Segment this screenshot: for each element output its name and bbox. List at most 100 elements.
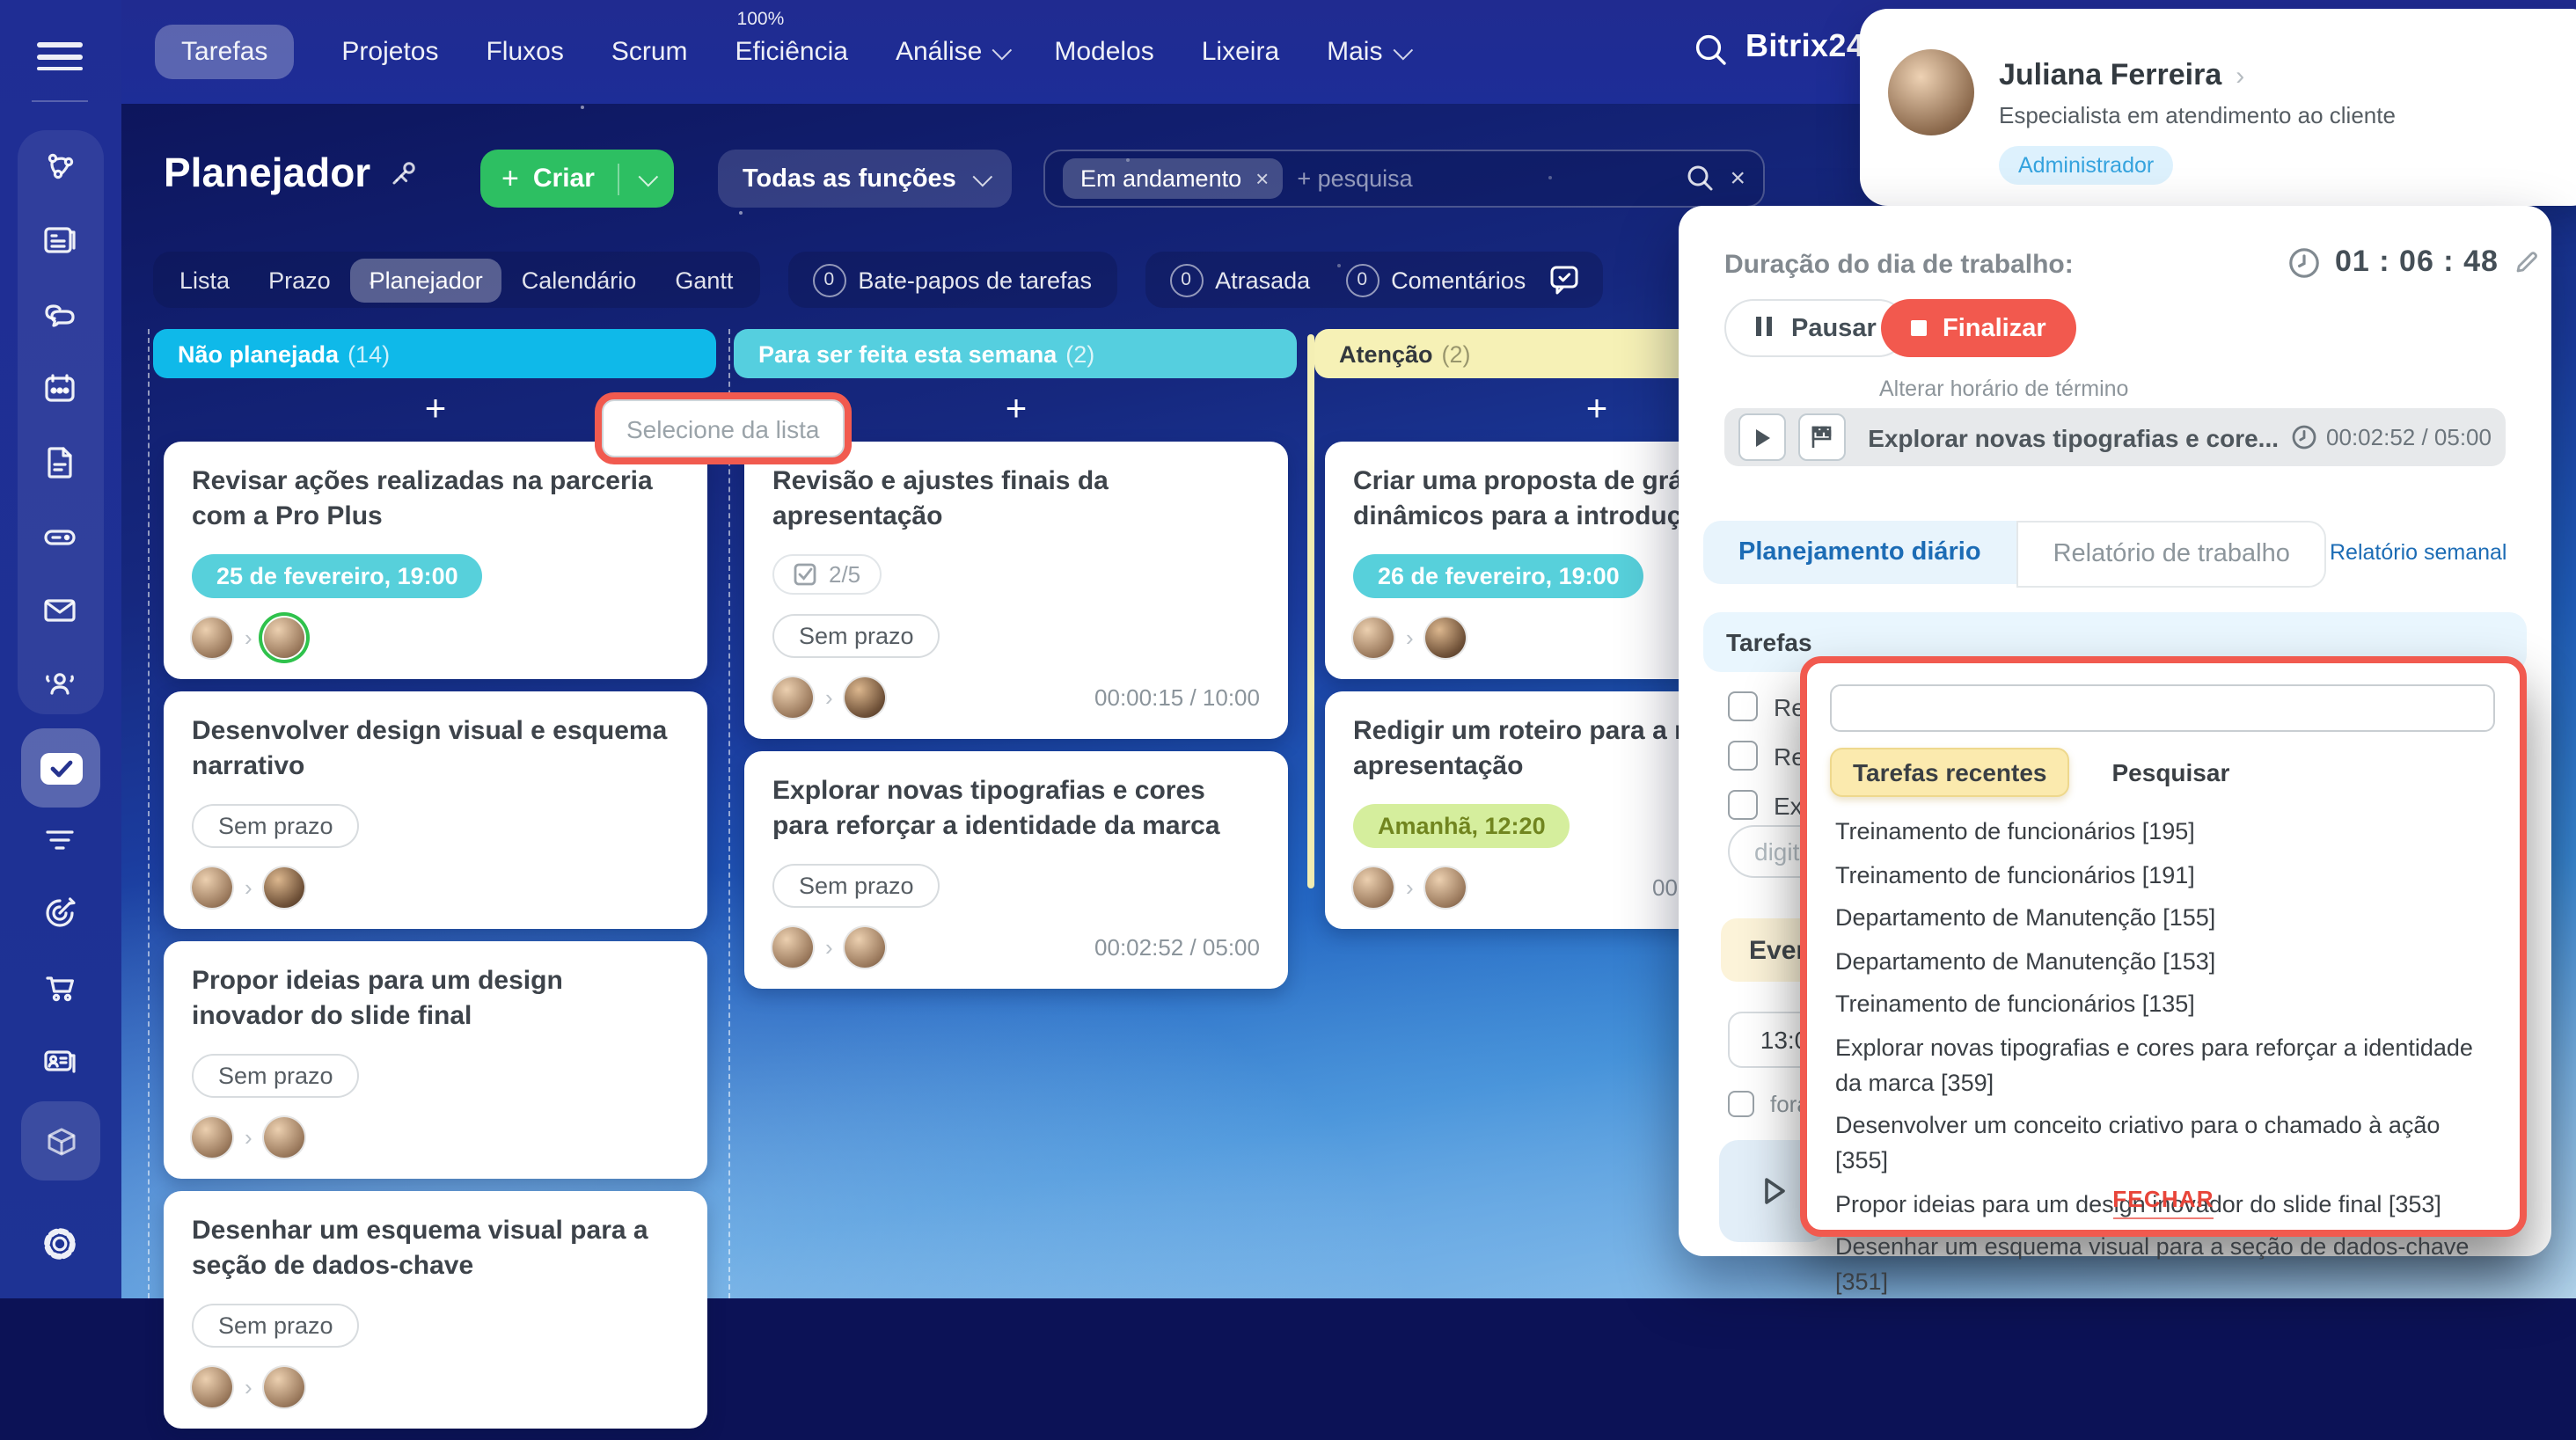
functions-filter-button[interactable]: Todas as funções	[718, 150, 1013, 208]
close-button[interactable]: FECHAR	[2112, 1186, 2214, 1219]
due-date-badge[interactable]: 25 de fevereiro, 19:00	[192, 553, 483, 598]
due-date-badge[interactable]: Sem prazo	[772, 613, 940, 658]
tab-planejamento-diario[interactable]: Planejamento diário	[1703, 521, 2016, 584]
dropdown-search-input[interactable]	[1830, 684, 2495, 732]
list-item[interactable]: Explorar novas tipografias e cores para …	[1835, 1030, 2495, 1100]
due-date-badge[interactable]: Sem prazo	[192, 1053, 360, 1098]
task-card[interactable]: Revisar ações realizadas na parceria com…	[164, 442, 707, 679]
search-icon[interactable]	[1686, 164, 1716, 194]
chip-close-icon[interactable]: ×	[1255, 165, 1269, 192]
pin-icon[interactable]	[388, 158, 418, 188]
task-row-hidden[interactable]: Re	[1728, 741, 1805, 771]
tab-calendario[interactable]: Calendário	[502, 258, 656, 302]
checkbox[interactable]	[1728, 1091, 1754, 1117]
avatar[interactable]	[772, 926, 813, 968]
tab-prazo[interactable]: Prazo	[249, 258, 350, 302]
nav-item-tarefas[interactable]: Tarefas	[155, 25, 295, 79]
avatar[interactable]	[192, 1366, 232, 1407]
list-item[interactable]: Treinamento de funcionários [191]	[1835, 858, 2495, 893]
avatar[interactable]	[264, 1116, 305, 1158]
mail-icon[interactable]	[40, 591, 79, 630]
due-date-badge[interactable]: Sem prazo	[772, 863, 940, 908]
task-chats-counter[interactable]: 0 Bate-papos de tarefas	[794, 263, 1109, 296]
chevron-down-icon[interactable]	[638, 165, 659, 186]
avatar[interactable]	[1353, 866, 1394, 908]
avatar[interactable]	[1425, 617, 1467, 658]
nav-item-mais[interactable]: Mais	[1327, 37, 1413, 67]
avatar[interactable]	[845, 676, 886, 718]
task-card[interactable]: Revisão e ajustes finais da apresentação…	[744, 442, 1288, 739]
checklist-badge[interactable]: 2/5	[772, 553, 882, 595]
global-search-icon[interactable]	[1693, 32, 1730, 69]
task-card[interactable]: Desenhar um esquema visual para a seção …	[164, 1190, 707, 1428]
list-item[interactable]: Treinamento de funcionários [195]	[1835, 815, 2495, 850]
nav-item-analise[interactable]: Análise	[896, 37, 1013, 67]
avatar[interactable]	[264, 1366, 305, 1407]
nav-item-projetos[interactable]: Projetos	[341, 37, 438, 67]
due-date-badge[interactable]: 26 de fevereiro, 19:00	[1353, 553, 1644, 598]
current-task-bar[interactable]: Explorar novas tipografias e core... 00:…	[1724, 408, 2506, 466]
search-clear-icon[interactable]: ×	[1730, 164, 1745, 194]
avatar[interactable]	[845, 926, 886, 968]
community-icon[interactable]	[40, 148, 79, 186]
list-item[interactable]: Departamento de Manutenção [155]	[1835, 901, 2495, 936]
task-card[interactable]: Desenvolver design visual e esquema narr…	[164, 691, 707, 929]
overdue-counter[interactable]: 0 Atrasada	[1152, 263, 1328, 296]
comments-counter[interactable]: 0 Comentários	[1328, 263, 1543, 296]
filter-chip-em-andamento[interactable]: Em andamento ×	[1063, 158, 1284, 199]
column-header[interactable]: Não planejada (14)	[153, 329, 716, 378]
list-item[interactable]: Desenhar um esquema visual para a seção …	[1835, 1230, 2495, 1300]
task-card[interactable]: Propor ideias para um design inovador do…	[164, 940, 707, 1179]
select-from-list-button[interactable]: Selecione da lista	[602, 399, 845, 457]
nav-item-scrum[interactable]: Scrum	[611, 37, 688, 67]
nav-item-eficiencia[interactable]: 100% Eficiência	[735, 9, 848, 67]
nav-item-modelos[interactable]: Modelos	[1054, 37, 1153, 67]
avatar[interactable]	[264, 866, 305, 908]
create-button[interactable]: + Criar	[480, 150, 674, 208]
finish-task-flag-button[interactable]	[1797, 413, 1846, 461]
checkbox-row-hidden[interactable]: fora	[1728, 1091, 1810, 1117]
tab-tarefas-recentes[interactable]: Tarefas recentes	[1830, 748, 2070, 797]
avatar[interactable]	[1888, 49, 1974, 135]
due-date-badge[interactable]: Sem prazo	[192, 803, 360, 848]
nav-item-fluxos[interactable]: Fluxos	[486, 37, 563, 67]
avatar[interactable]	[192, 866, 232, 908]
crm-icon[interactable]	[40, 820, 79, 859]
sales-cart-icon[interactable]	[40, 968, 79, 1006]
chat-check-icon[interactable]	[1547, 262, 1582, 297]
avatar[interactable]	[772, 676, 813, 718]
news-feed-icon[interactable]	[40, 222, 79, 260]
column-header[interactable]: Para ser feita esta semana (2)	[734, 329, 1297, 378]
calendar-icon[interactable]	[40, 369, 79, 408]
nav-item-lixeira[interactable]: Lixeira	[1202, 37, 1279, 67]
user-name[interactable]: Juliana Ferreira ›	[1999, 58, 2244, 93]
change-end-time-link[interactable]: Alterar horário de término	[1879, 376, 2128, 401]
task-row-hidden[interactable]: Re	[1728, 691, 1805, 721]
employees-icon[interactable]	[40, 665, 79, 704]
list-item[interactable]: Desenvolver um conceito criativo para o …	[1835, 1108, 2495, 1179]
user-profile-card[interactable]: Juliana Ferreira › Especialista em atendi…	[1860, 9, 2576, 206]
play-task-button[interactable]	[1738, 413, 1786, 461]
weekly-report-link[interactable]: Relatório semanal	[2330, 540, 2507, 565]
tab-gantt[interactable]: Gantt	[655, 258, 752, 302]
marketing-icon[interactable]	[40, 894, 79, 932]
tab-lista[interactable]: Lista	[160, 258, 249, 302]
finish-button[interactable]: Finalizar	[1881, 299, 2076, 357]
drive-icon[interactable]	[40, 517, 79, 556]
avatar[interactable]	[1425, 866, 1467, 908]
documents-icon[interactable]	[40, 443, 79, 482]
settings-gear-icon[interactable]	[40, 1224, 79, 1263]
menu-icon[interactable]	[37, 35, 83, 78]
tab-relatorio-de-trabalho[interactable]: Relatório de trabalho	[2016, 521, 2327, 588]
avatar[interactable]	[1353, 617, 1394, 658]
task-search-bar[interactable]: Em andamento × + pesquisa ×	[1043, 150, 1765, 208]
messenger-icon[interactable]	[40, 296, 79, 334]
due-date-badge[interactable]: Amanhã, 12:20	[1353, 803, 1570, 848]
avatar[interactable]	[192, 617, 232, 658]
list-item[interactable]: Treinamento de funcionários [135]	[1835, 987, 2495, 1022]
due-date-badge[interactable]: Sem prazo	[192, 1303, 360, 1347]
checkbox[interactable]	[1728, 741, 1758, 771]
inventory-icon[interactable]	[21, 1101, 100, 1181]
edit-pencil-icon[interactable]	[2513, 248, 2541, 276]
list-item[interactable]: Departamento de Manutenção [153]	[1835, 944, 2495, 979]
